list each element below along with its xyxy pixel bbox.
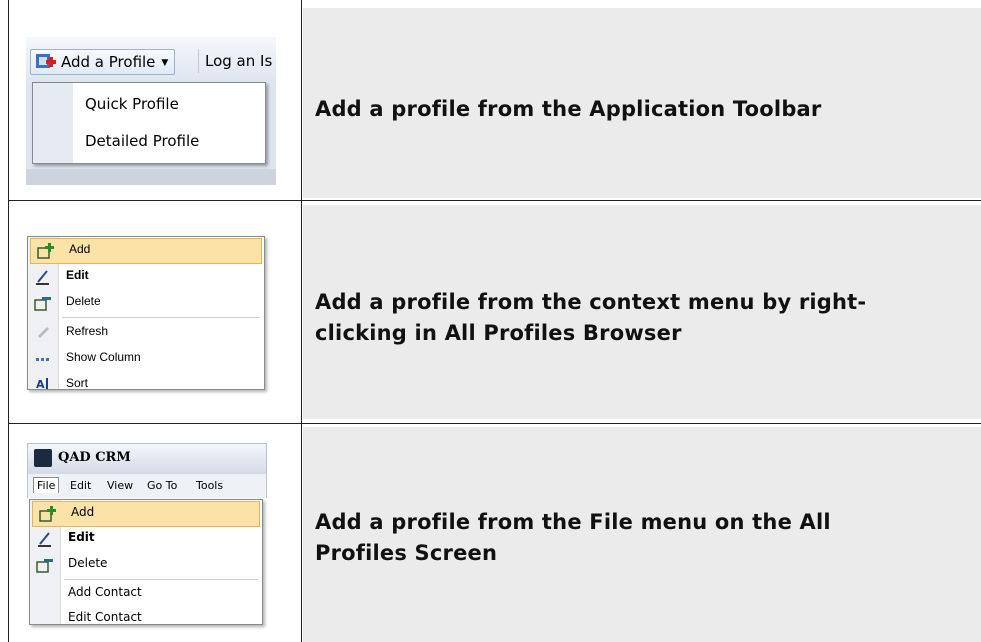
delete-icon [36, 559, 53, 573]
instruction-table: Add a Profile ▼ Log an Is Quick Profile D… [0, 0, 981, 642]
menubar-view[interactable]: View [107, 479, 133, 492]
menu-item-add[interactable]: Add [32, 501, 260, 527]
toolbar-lower-strip [26, 169, 276, 185]
edit-icon [38, 532, 51, 547]
menu-item-edit[interactable]: Edit [30, 527, 262, 551]
menu-item-add[interactable]: Add [30, 238, 262, 264]
log-an-issue-button[interactable]: Log an Is [198, 49, 277, 73]
file-menu-dropdown: Add Edit Delete Add Contact Edit Contact [29, 499, 263, 625]
row-2-description-line-2: clicking in All Profiles Browser [315, 321, 682, 345]
add-a-profile-button[interactable]: Add a Profile ▼ [30, 49, 176, 75]
add-icon [37, 243, 54, 259]
table-row-divider-2 [8, 423, 981, 424]
menu-item-show-column[interactable]: Show Column [28, 347, 264, 371]
menu-item-label: Show Column [66, 350, 141, 364]
detailed-profile-item[interactable]: Detailed Profile [85, 132, 199, 150]
menubar: File Edit View Go To Tools [27, 474, 267, 498]
show-column-icon [36, 358, 49, 361]
table-column-divider [301, 0, 302, 642]
menu-item-add-contact[interactable]: Add Contact [30, 582, 262, 606]
menu-item-label: Edit [66, 268, 89, 282]
svg-text:A: A [36, 378, 45, 390]
dropdown-gutter [33, 83, 73, 163]
add-icon [39, 506, 56, 522]
menubar-edit[interactable]: Edit [70, 479, 91, 492]
menu-item-label: Delete [68, 556, 108, 570]
menubar-file[interactable]: File [33, 477, 60, 493]
add-profile-dropdown: Quick Profile Detailed Profile [32, 82, 266, 164]
menu-item-delete[interactable]: Delete [30, 553, 262, 577]
edit-icon [36, 270, 49, 285]
table-border-left [8, 0, 9, 642]
sort-icon: A [36, 378, 48, 390]
application-toolbar-screenshot: Add a Profile ▼ Log an Is Quick Profile D… [26, 37, 276, 185]
app-icon [34, 449, 52, 467]
chevron-down-icon: ▼ [161, 58, 169, 68]
row-2-description: Add a profile from the context menu by r… [315, 287, 866, 349]
row-3-description-line-1: Add a profile from the File menu on the … [315, 510, 831, 534]
row-2-description-line-1: Add a profile from the context menu by r… [315, 290, 867, 314]
menu-item-label: Edit [68, 530, 95, 544]
file-menu-screenshot: QAD CRM File Edit View Go To Tools Add E… [27, 443, 267, 625]
menu-item-label: Add Contact [68, 585, 142, 599]
menu-item-label: Sort [66, 376, 89, 390]
add-profile-icon [36, 54, 56, 68]
menu-separator [64, 579, 258, 580]
delete-icon [34, 297, 51, 311]
window-title: QAD CRM [58, 450, 131, 465]
context-menu-screenshot: Add Edit Delete Refresh Show Column A So… [27, 236, 265, 390]
menu-item-label: Refresh [66, 324, 109, 338]
quick-profile-item[interactable]: Quick Profile [85, 95, 179, 113]
table-row-divider-1 [8, 200, 981, 201]
row-3-description: Add a profile from the File menu on the … [315, 507, 831, 569]
menu-item-label: Edit Contact [68, 610, 142, 624]
menubar-go-to[interactable]: Go To [147, 479, 177, 492]
row-3-description-line-2: Profiles Screen [315, 541, 498, 565]
menu-item-edit-contact[interactable]: Edit Contact [30, 607, 262, 624]
add-a-profile-label: Add a Profile [61, 53, 156, 71]
menu-item-delete[interactable]: Delete [28, 291, 264, 315]
menu-item-edit[interactable]: Edit [28, 265, 264, 289]
menu-separator [62, 317, 260, 318]
refresh-icon [38, 327, 49, 338]
menu-item-label: Add [71, 505, 95, 519]
row-1-description: Add a profile from the Application Toolb… [315, 97, 822, 121]
window-titlebar: QAD CRM [27, 443, 267, 475]
menu-item-label: Delete [66, 294, 101, 308]
menu-item-label: Add [69, 242, 91, 256]
menu-item-sort[interactable]: A Sort [28, 373, 264, 390]
menu-item-refresh[interactable]: Refresh [28, 321, 264, 345]
application-toolbar: Add a Profile ▼ Log an Is [26, 37, 276, 83]
menubar-tools[interactable]: Tools [196, 479, 223, 492]
